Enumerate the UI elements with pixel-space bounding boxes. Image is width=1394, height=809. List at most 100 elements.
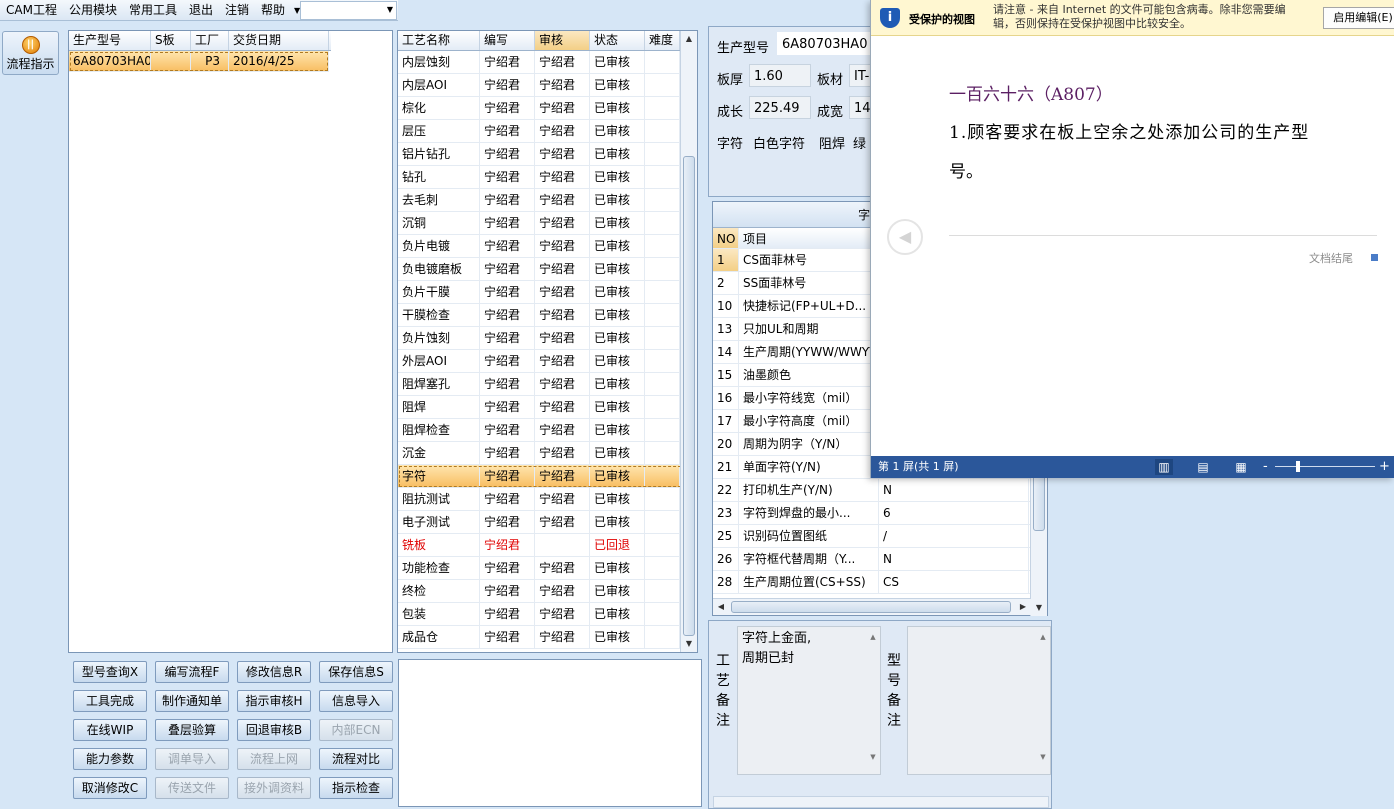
scroll-right-arrow-icon[interactable]: ▶ [1015,599,1031,615]
col-header-factory[interactable]: 工厂 [191,31,229,50]
col-header-delivery-date[interactable]: 交货日期 [229,31,329,50]
char-param-row[interactable]: 26 字符框代替周期（Y... N [713,548,1031,571]
col-header-model[interactable]: 生产型号 [69,31,151,50]
col-header-no[interactable]: NO [713,228,739,248]
process-row[interactable]: 阻焊塞孔 宁绍君 宁绍君 已审核 [398,373,697,396]
col-header-process[interactable]: 工艺名称 [398,31,480,50]
toolbar-button-5[interactable]: 制作通知单 [155,690,229,712]
process-row[interactable]: 内层AOI 宁绍君 宁绍君 已审核 [398,74,697,97]
scroll-up-arrow-icon[interactable]: ▲ [681,31,697,47]
zoom-slider-thumb[interactable] [1296,461,1300,472]
process-row[interactable]: 阻抗测试 宁绍君 宁绍君 已审核 [398,488,697,511]
toolbar-button-16[interactable]: 取消修改C [73,777,147,799]
toolbar-button-3[interactable]: 保存信息S [319,661,393,683]
toolbar-button-14[interactable]: 流程上网 [237,748,311,770]
process-row[interactable]: 阻焊 宁绍君 宁绍君 已审核 [398,396,697,419]
menu-combo-box[interactable]: ▼ [300,1,397,20]
process-row[interactable]: 钻孔 宁绍君 宁绍君 已审核 [398,166,697,189]
toolbar-button-19[interactable]: 指示检查 [319,777,393,799]
process-row[interactable]: 负片电镀 宁绍君 宁绍君 已审核 [398,235,697,258]
process-remark-memo[interactable]: 字符上金面, 周期已封 ▲ ▼ [737,626,881,775]
chevron-down-icon[interactable]: ▼ [387,5,393,14]
menu-common-module[interactable]: 公用模块 [63,0,123,21]
model-remark-memo[interactable]: ▲ ▼ [907,626,1051,775]
scrollbar-thumb[interactable] [683,156,695,636]
process-row[interactable]: 包装 宁绍君 宁绍君 已审核 [398,603,697,626]
process-row[interactable]: 铝片钻孔 宁绍君 宁绍君 已审核 [398,143,697,166]
col-header-status[interactable]: 状态 [590,31,645,50]
process-row[interactable]: 终检 宁绍君 宁绍君 已审核 [398,580,697,603]
process-vertical-scrollbar[interactable]: ▲ ▼ [680,31,697,652]
toolbar-button-4[interactable]: 工具完成 [73,690,147,712]
scrollbar-thumb[interactable] [731,601,1011,613]
menu-help[interactable]: 帮助 [255,0,291,21]
process-row[interactable]: 铣板 宁绍君 已回退 [398,534,697,557]
char-param-row[interactable]: 28 生产周期位置(CS+SS) CS [713,571,1031,594]
process-row[interactable]: 功能检查 宁绍君 宁绍君 已审核 [398,557,697,580]
model-row[interactable]: 6A80703HA0 P3 2016/4/25 [69,51,329,72]
toolbar-button-17[interactable]: 传送文件 [155,777,229,799]
process-row[interactable]: 沉铜 宁绍君 宁绍君 已审核 [398,212,697,235]
process-row[interactable]: 阻焊检查 宁绍君 宁绍君 已审核 [398,419,697,442]
menu-logout[interactable]: 注销 [219,0,255,21]
process-row[interactable]: 干膜检查 宁绍君 宁绍君 已审核 [398,304,697,327]
flow-instruction-button[interactable]: || 流程指示 [2,31,59,75]
enable-editing-button[interactable]: 启用编辑(E) [1323,7,1394,29]
toolbar-button-9[interactable]: 叠层验算 [155,719,229,741]
menu-exit[interactable]: 退出 [183,0,219,21]
toolbar-button-6[interactable]: 指示审核H [237,690,311,712]
process-row[interactable]: 负片蚀刻 宁绍君 宁绍君 已审核 [398,327,697,350]
web-layout-icon[interactable]: ▦ [1232,459,1250,475]
col-header-reviewer[interactable]: 审核 [535,31,590,50]
toolbar-button-7[interactable]: 信息导入 [319,690,393,712]
zoom-out-button[interactable]: - [1263,456,1268,478]
zoom-slider[interactable] [1275,466,1375,467]
zoom-in-button[interactable]: + [1379,456,1390,478]
toolbar-button-18[interactable]: 接外调资料 [237,777,311,799]
scrollbar-thumb[interactable] [1033,471,1045,531]
status-cell: 已审核 [590,557,645,579]
col-header-writer[interactable]: 编写 [480,31,535,50]
toolbar-button-1[interactable]: 编写流程F [155,661,229,683]
menu-cam-project[interactable]: CAM工程 [0,0,63,21]
scroll-down-arrow-icon[interactable]: ▼ [1031,600,1047,616]
previous-page-icon[interactable]: ◀ [887,219,923,255]
process-row[interactable]: 棕化 宁绍君 宁绍君 已审核 [398,97,697,120]
process-row[interactable]: 负片干膜 宁绍君 宁绍君 已审核 [398,281,697,304]
process-row[interactable]: 字符 宁绍君 宁绍君 已审核 [398,465,697,488]
process-row[interactable]: 沉金 宁绍君 宁绍君 已审核 [398,442,697,465]
toolbar-button-12[interactable]: 能力参数 [73,748,147,770]
memo-scroll-arrows-icon[interactable]: ▲ ▼ [867,627,879,774]
char-param-row[interactable]: 25 识别码位置图纸 / [713,525,1031,548]
process-row[interactable]: 外层AOI 宁绍君 宁绍君 已审核 [398,350,697,373]
toolbar-button-13[interactable]: 调单导入 [155,748,229,770]
toolbar-button-2[interactable]: 修改信息R [237,661,311,683]
process-row[interactable]: 电子测试 宁绍君 宁绍君 已审核 [398,511,697,534]
writer-cell: 宁绍君 [480,580,535,602]
read-mode-icon[interactable]: ▥ [1155,459,1173,475]
scroll-down-arrow-icon[interactable]: ▼ [681,636,697,652]
menu-common-tools[interactable]: 常用工具 [123,0,183,21]
col-header-difficulty[interactable]: 难度 [645,31,680,50]
col-header-s-board[interactable]: S板 [151,31,191,50]
col-header-item[interactable]: 项目 [739,228,879,248]
process-row[interactable]: 内层蚀刻 宁绍君 宁绍君 已审核 [398,51,697,74]
memo-scroll-arrows-icon[interactable]: ▲ ▼ [1037,627,1049,774]
process-row[interactable]: 负电镀磨板 宁绍君 宁绍君 已审核 [398,258,697,281]
char-param-row[interactable]: 23 字符到焊盘的最小... 6 [713,502,1031,525]
toolbar-button-11[interactable]: 内部ECN [319,719,393,741]
process-row[interactable]: 层压 宁绍君 宁绍君 已审核 [398,120,697,143]
toolbar-button-15[interactable]: 流程对比 [319,748,393,770]
toolbar-button-0[interactable]: 型号查询X [73,661,147,683]
print-layout-icon[interactable]: ▤ [1194,459,1212,475]
process-remark-label: 工艺备注 [716,653,730,729]
remarks-horizontal-scrollbar[interactable] [713,796,1049,808]
toolbar-button-8[interactable]: 在线WIP [73,719,147,741]
char-param-row[interactable]: 22 打印机生产(Y/N) N [713,479,1031,502]
scroll-left-arrow-icon[interactable]: ◀ [713,599,729,615]
char-horizontal-scrollbar[interactable]: ◀ ▶ [713,598,1031,615]
process-row[interactable]: 成品仓 宁绍君 宁绍君 已审核 [398,626,697,649]
notes-area[interactable] [398,659,702,807]
toolbar-button-10[interactable]: 回退审核B [237,719,311,741]
process-row[interactable]: 去毛刺 宁绍君 宁绍君 已审核 [398,189,697,212]
